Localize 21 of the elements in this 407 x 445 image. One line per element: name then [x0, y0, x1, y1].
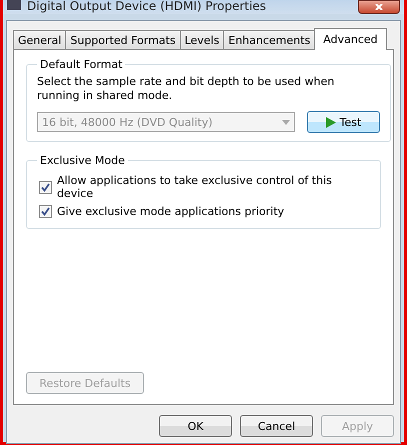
description-text: Select the sample rate and bit depth to be used when running in shared mode. [37, 75, 336, 103]
tab[interactable]: Supported Formats [65, 30, 181, 49]
tab[interactable]: Advanced [314, 28, 387, 50]
window-title: Digital Output Device (HDMI) Properties [27, 0, 266, 13]
caret-icon [282, 120, 290, 124]
tab[interactable]: General [13, 30, 66, 49]
tab[interactable]: Levels [180, 30, 224, 49]
close-icon [374, 4, 384, 10]
checkbox[interactable] [39, 180, 52, 194]
dialog-button[interactable]: Cancel [240, 415, 313, 437]
checkbox-label: Allow applications to take exclusive control of this device [56, 174, 333, 200]
group-title: Exclusive Mode [39, 154, 126, 167]
window-icon [7, 0, 21, 10]
tab[interactable]: Enhancements [223, 30, 316, 49]
checkbox[interactable] [39, 205, 52, 218]
test-button[interactable]: Test [307, 111, 380, 133]
close-button[interactable] [358, 0, 400, 14]
dialog-button[interactable]: OK [159, 415, 232, 437]
checkbox-label: Give exclusive mode applications priority [57, 205, 284, 218]
play-icon [326, 116, 336, 128]
group-title: Default Format [39, 58, 124, 71]
